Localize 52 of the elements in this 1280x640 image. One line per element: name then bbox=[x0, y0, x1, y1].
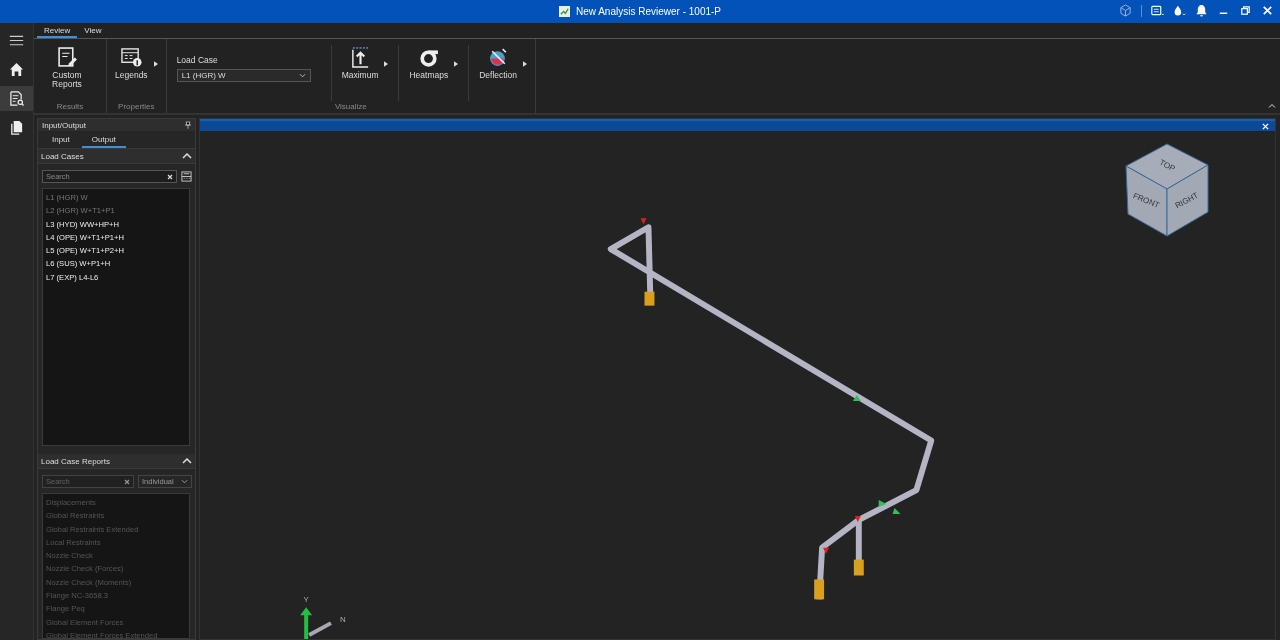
ribbon-tab[interactable]: Review bbox=[37, 26, 78, 38]
section-header[interactable]: Load Cases bbox=[38, 149, 195, 164]
collapse-icon[interactable] bbox=[182, 458, 192, 464]
window-title: New Analysis Reviewer - 1001-P bbox=[575, 6, 722, 17]
gauge-icon bbox=[487, 47, 509, 68]
panel-tab[interactable]: Input bbox=[42, 134, 80, 148]
dropdown-arrow-icon bbox=[454, 60, 459, 67]
axis-label: Y bbox=[303, 595, 309, 605]
app-icon bbox=[558, 6, 570, 17]
collapse-ribbon-icon[interactable] bbox=[1268, 103, 1276, 109]
heatmap-button[interactable]: Heatmaps bbox=[407, 45, 461, 82]
document-search-icon[interactable] bbox=[9, 91, 24, 106]
dropdown-arrow-icon bbox=[384, 60, 389, 67]
chevron-down-icon bbox=[181, 479, 188, 484]
documents-icon[interactable] bbox=[9, 120, 24, 135]
load-case-dropdown[interactable]: L1 (HGR) W bbox=[176, 69, 311, 82]
grid-icon[interactable] bbox=[181, 171, 192, 182]
home-icon[interactable] bbox=[9, 62, 24, 77]
cube-icon[interactable] bbox=[1119, 4, 1132, 17]
clear-icon[interactable] bbox=[124, 478, 130, 485]
menu-icon[interactable] bbox=[9, 33, 24, 48]
axis-label: N bbox=[339, 615, 346, 625]
deflection-button[interactable]: Deflection bbox=[477, 45, 530, 82]
legend-button[interactable]: Legends bbox=[113, 45, 160, 82]
close-icon[interactable] bbox=[1261, 4, 1274, 17]
table-info-icon bbox=[120, 47, 142, 68]
section-title: Load Case Reports bbox=[41, 456, 110, 466]
panel-title: Input/Output bbox=[42, 120, 87, 130]
report-button[interactable]: Custom Reports bbox=[40, 45, 100, 91]
axis-triad-icon bbox=[300, 607, 332, 639]
ribbon-tab[interactable]: View bbox=[77, 26, 109, 38]
droplet-icon[interactable] bbox=[1173, 4, 1186, 17]
group-label: Results bbox=[55, 102, 85, 113]
chevron-down-icon bbox=[298, 73, 306, 78]
list-icon[interactable] bbox=[1151, 4, 1164, 17]
clear-icon[interactable] bbox=[167, 173, 173, 180]
group-label: Properties bbox=[117, 102, 156, 113]
pin-icon[interactable] bbox=[185, 121, 191, 129]
up-arrow-icon bbox=[349, 47, 371, 68]
dropdown-arrow-icon bbox=[153, 60, 158, 67]
section-title: Load Cases bbox=[41, 151, 84, 161]
maximum-button[interactable]: Maximum bbox=[339, 45, 391, 82]
dropdown-arrow-icon bbox=[523, 60, 528, 67]
group-label: Visualize bbox=[333, 102, 368, 113]
close-icon[interactable] bbox=[1262, 122, 1269, 130]
load-case-label: Load Case bbox=[176, 55, 219, 65]
restore-icon[interactable] bbox=[1239, 4, 1252, 17]
section-header[interactable]: Load Case Reports bbox=[38, 454, 195, 469]
report-edit-icon bbox=[56, 47, 78, 68]
bell-icon[interactable] bbox=[1195, 4, 1208, 17]
sigma-icon bbox=[418, 47, 440, 68]
collapse-icon[interactable] bbox=[182, 153, 192, 159]
